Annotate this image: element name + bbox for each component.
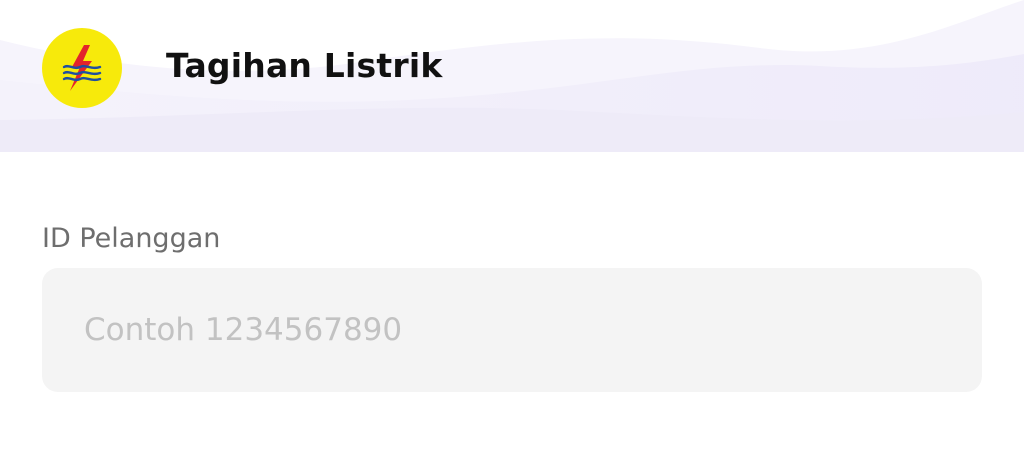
customer-id-input[interactable] bbox=[42, 268, 982, 392]
customer-id-label: ID Pelanggan bbox=[42, 223, 221, 254]
customer-id-field[interactable] bbox=[42, 268, 982, 392]
pln-logo bbox=[42, 28, 122, 108]
page-title: Tagihan Listrik bbox=[166, 46, 443, 85]
page-header: Tagihan Listrik bbox=[0, 0, 1024, 152]
electric-bolt-icon bbox=[62, 45, 102, 91]
header-wave-background bbox=[0, 0, 1024, 152]
